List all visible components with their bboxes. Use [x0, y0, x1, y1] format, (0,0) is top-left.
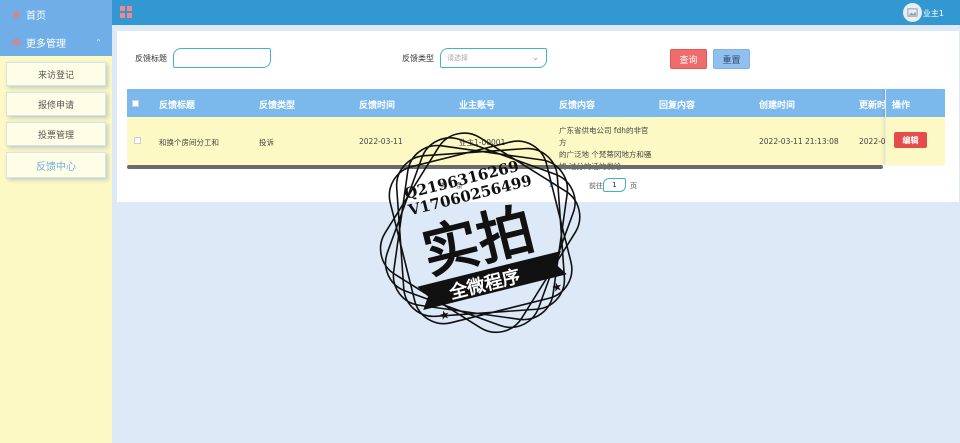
- operations-cell: 编辑: [886, 117, 945, 165]
- type-filter-select[interactable]: 请选择 ⌄: [440, 48, 547, 68]
- sidebar-item-feedback[interactable]: 反馈中心: [6, 152, 106, 178]
- sidebar-item-visit[interactable]: 来访登记: [6, 62, 106, 86]
- column-header[interactable]: 创建时间: [759, 98, 795, 111]
- column-header[interactable]: 反馈时间: [359, 98, 395, 111]
- sidebar-item-label: 首页: [26, 10, 46, 22]
- sidebar-item-label: 更多管理: [26, 38, 66, 50]
- column-header-operations: 操作: [886, 89, 945, 117]
- title-filter-label: 反馈标题: [135, 54, 167, 63]
- operations-column: 操作 编辑: [885, 89, 945, 165]
- sidebar-item-label: 投票管理: [37, 130, 74, 141]
- pagination-goto-suffix: 页: [630, 182, 637, 190]
- row-checkbox[interactable]: [134, 137, 141, 144]
- sidebar-item-home[interactable]: 首页: [0, 0, 112, 28]
- cell-title: 和换个房间分工和: [159, 138, 219, 147]
- chevron-down-icon: ⌄: [532, 53, 539, 62]
- image-icon: [907, 8, 918, 17]
- settings-icon: [12, 38, 21, 47]
- chevron-up-icon: ⌃: [95, 37, 102, 47]
- type-filter-placeholder: 请选择: [447, 54, 468, 62]
- pagination-goto-input[interactable]: 1: [603, 178, 626, 192]
- grid-logo-icon: [120, 6, 132, 18]
- column-header[interactable]: 更新时: [859, 98, 886, 111]
- type-filter-label: 反馈类型: [402, 54, 434, 63]
- sidebar: 首页 更多管理 ⌃ 来访登记 报修申请 投票管理 反馈中心: [0, 0, 112, 443]
- cell-created: 2022-03-11 21:13:08: [759, 137, 839, 146]
- column-header[interactable]: 回复内容: [659, 98, 695, 111]
- home-icon: [12, 10, 21, 19]
- sidebar-item-label: 报修申请: [37, 100, 74, 111]
- sidebar-item-vote[interactable]: 投票管理: [6, 122, 106, 146]
- query-button[interactable]: 查询: [670, 49, 707, 69]
- user-name[interactable]: 业主1: [923, 8, 944, 19]
- cell-type: 投诉: [259, 138, 274, 147]
- reset-button[interactable]: 重置: [713, 49, 750, 69]
- table-header: 反馈标题 反馈类型 反馈时间 业主账号 反馈内容 回复内容 创建时间 更新时: [127, 89, 945, 117]
- column-header[interactable]: 业主账号: [459, 98, 495, 111]
- watermark-stamp: Q2196316269 V17060256499 实拍 全微程序 ★ ★: [379, 132, 581, 334]
- sidebar-item-label: 反馈中心: [36, 161, 76, 173]
- edit-button[interactable]: 编辑: [894, 132, 927, 148]
- column-header[interactable]: 反馈内容: [559, 98, 595, 111]
- sidebar-item-label: 来访登记: [37, 70, 74, 81]
- column-header[interactable]: 反馈标题: [159, 98, 195, 111]
- sidebar-item-more[interactable]: 更多管理 ⌃: [0, 28, 112, 56]
- sidebar-top: 首页 更多管理 ⌃: [0, 0, 112, 56]
- avatar[interactable]: [903, 3, 922, 22]
- column-header[interactable]: 反馈类型: [259, 98, 295, 111]
- sidebar-item-repair[interactable]: 报修申请: [6, 92, 106, 116]
- top-header: 业主1: [112, 0, 960, 25]
- title-filter-input[interactable]: [173, 48, 271, 68]
- select-all-checkbox[interactable]: [132, 100, 139, 107]
- star-icon: ★: [550, 279, 564, 295]
